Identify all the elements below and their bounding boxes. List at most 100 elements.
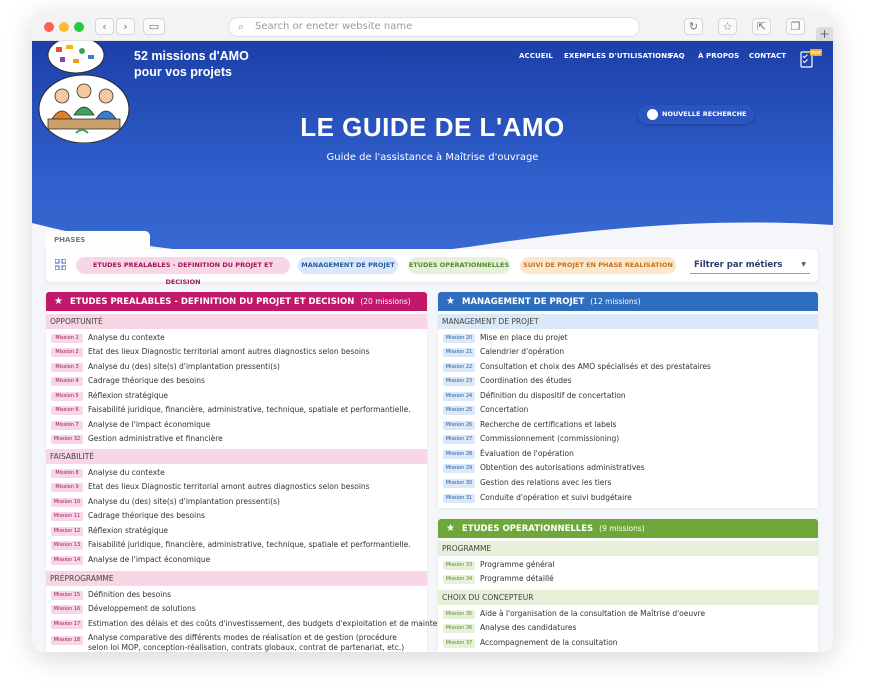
mission-row[interactable]: Mission 7 Analyse de l'impact économique	[46, 418, 427, 432]
mission-title: Cadrage théorique des besoins	[88, 376, 205, 385]
mission-row[interactable]: Mission 12 Réflexion stratégique	[46, 524, 427, 538]
mission-row[interactable]: Mission 10 Analyse du (des) site(s) d'imp…	[46, 495, 427, 509]
panel-header-management[interactable]: ★ MANAGEMENT DE PROJET (12 missions)	[438, 292, 818, 311]
mission-title: Analyse des candidatures	[480, 623, 577, 632]
mission-row[interactable]: Mission 14 Analyse de l'impact économique	[46, 553, 427, 567]
mission-row[interactable]: Mission 2 Etat des lieux Diagnostic terri…	[46, 345, 427, 359]
reload-icon[interactable]: ↻	[684, 18, 703, 35]
mission-count: (12 missions)	[590, 297, 641, 306]
tabs-overview-icon[interactable]: ❐	[786, 18, 805, 35]
filter-pill-management[interactable]: MANAGEMENT DE PROJET	[298, 257, 398, 274]
site-brand[interactable]: 52 missions d'AMO pour vos projets	[134, 49, 249, 80]
mission-row[interactable]: Mission 4 Cadrage théorique des besoins	[46, 374, 427, 388]
mission-title: Aide à l'organisation de la consultation…	[480, 609, 706, 618]
mission-row[interactable]: Mission 9 Etat des lieux Diagnostic terri…	[46, 480, 427, 494]
grid-view-icon[interactable]	[55, 259, 66, 270]
mission-row[interactable]: Mission 21 Calendrier d'opération	[438, 345, 818, 359]
mission-row[interactable]: Mission 11 Cadrage théorique des besoins	[46, 509, 427, 523]
mission-row[interactable]: Mission 27 Commissionnement (commissionin…	[438, 432, 818, 446]
panel-header-etudes-prealables[interactable]: ★ ETUDES PREALABLES - DEFINITION DU PROJ…	[46, 292, 427, 311]
mission-tag: Mission 16	[51, 605, 83, 614]
mission-title: Commissionnement (commissioning)	[480, 434, 620, 443]
mission-row[interactable]: Mission 37 Accompagnement de la consultat…	[438, 636, 818, 650]
share-icon[interactable]: ⇱	[752, 18, 771, 35]
mission-row[interactable]: Mission 1 Analyse du contexte	[46, 331, 427, 345]
mission-tag: Mission 17	[51, 620, 83, 629]
mission-row[interactable]: Mission 28 Évaluation de l'opération	[438, 447, 818, 461]
nav-a-propos[interactable]: À PROPOS	[698, 52, 739, 60]
section-header: MANAGEMENT DE PROJET	[438, 314, 818, 329]
mission-row[interactable]: Mission 3 Analyse du (des) site(s) d'impl…	[46, 360, 427, 374]
mission-title: Définition du dispositif de concertation	[480, 391, 626, 400]
mission-row[interactable]: Mission 6 Faisabilité juridique, financiè…	[46, 403, 427, 417]
mission-tag: Mission 28	[443, 450, 475, 459]
mission-row[interactable]: Mission 26 Recherche de certifications et…	[438, 418, 818, 432]
mission-row[interactable]: Mission 16 Développement de solutions	[46, 602, 427, 616]
mission-row[interactable]: Mission 30 Gestion des relations avec les…	[438, 476, 818, 490]
mission-title: Faisabilité juridique, financière, admin…	[88, 405, 411, 414]
address-bar[interactable]: ⌕ Search or eneter website name	[228, 17, 640, 37]
mission-tag: Mission 35	[443, 610, 475, 619]
mission-row[interactable]: Mission 22 Consultation et choix des AMO …	[438, 360, 818, 374]
mission-row[interactable]: Mission 31 Conduite d'opération et suivi …	[438, 491, 818, 505]
mission-title: Réflexion stratégique	[88, 526, 168, 535]
page-title: LE GUIDE DE L'AMO	[300, 112, 565, 142]
nav-exemples[interactable]: EXEMPLES D'UTILISATIONS	[564, 52, 672, 60]
mission-row[interactable]: Mission 34 Programme détaillé	[438, 572, 818, 586]
mission-tag: Mission 18	[51, 636, 83, 645]
mission-row[interactable]: Mission 24 Définition du dispositif de co…	[438, 389, 818, 403]
pdf-checklist-icon[interactable]: PDF	[800, 49, 822, 69]
tab-phases[interactable]: PHASES	[46, 231, 150, 249]
mission-row[interactable]: Mission 23 Coordination des études	[438, 374, 818, 388]
mission-tag: Mission 4	[51, 377, 83, 386]
mission-row[interactable]: Mission 32 Gestion administrative et fina…	[46, 432, 427, 446]
maximize-window-button[interactable]	[74, 22, 84, 32]
mission-row[interactable]: Mission 35 Aide à l'organisation de la co…	[438, 607, 818, 621]
sidebar-toggle-icon[interactable]: ▭	[143, 18, 165, 35]
forward-arrow-icon[interactable]: ›	[116, 18, 135, 35]
browser-window: ‹ › ▭ ⌕ Search or eneter website name ↻ …	[32, 12, 833, 652]
metier-filter-select[interactable]: Filtrer par métiers ▼	[690, 256, 810, 274]
mission-row[interactable]: Mission 17 Estimation des délais et des c…	[46, 617, 460, 631]
mission-tag: Mission 13	[51, 541, 83, 550]
mission-row[interactable]: Mission 18 Analyse comparative des différ…	[46, 633, 427, 652]
mission-row[interactable]: Mission 33 Programme général	[438, 558, 818, 572]
mission-row[interactable]: Mission 8 Analyse du contexte	[46, 466, 427, 480]
mission-row[interactable]: Mission 13 Faisabilité juridique, financi…	[46, 538, 427, 552]
star-icon: ★	[54, 296, 63, 307]
mission-tag: Mission 6	[51, 406, 83, 415]
filter-pill-etudes-prealables[interactable]: ETUDES PREALABLES - DEFINITION DU PROJET…	[76, 257, 290, 286]
mission-tag: Mission 26	[443, 421, 475, 430]
mission-tag: Mission 7	[51, 421, 83, 430]
mission-tag: Mission 29	[443, 464, 475, 473]
mission-row[interactable]: Mission 20 Mise en place du projet	[438, 331, 818, 345]
mission-row[interactable]: Mission 25 Concertation	[438, 403, 818, 417]
nav-contact[interactable]: CONTACT	[749, 52, 786, 60]
mission-row[interactable]: Mission 36 Analyse des candidatures	[438, 621, 818, 635]
mission-count: (20 missions)	[360, 297, 411, 306]
back-arrow-icon[interactable]: ‹	[95, 18, 114, 35]
nav-accueil[interactable]: ACCUEIL	[519, 52, 553, 60]
mission-row[interactable]: Mission 15 Définition des besoins	[46, 588, 427, 602]
mission-row[interactable]: Mission 5 Réflexion stratégique	[46, 389, 427, 403]
panel-header-operationnelles[interactable]: ★ ETUDES OPERATIONNELLES (9 missions)	[438, 519, 818, 538]
mission-title: Estimation des délais et des coûts d'inv…	[88, 619, 461, 628]
hero-banner: 52 missions d'AMO pour vos projets ACCUE…	[32, 41, 833, 267]
mission-tag: Mission 9	[51, 483, 83, 492]
panel-management: ★ MANAGEMENT DE PROJET (12 missions) MANA…	[438, 292, 818, 508]
close-window-button[interactable]	[44, 22, 54, 32]
mission-row[interactable]: Mission 29 Obtention des autorisations ad…	[438, 461, 818, 475]
mission-title: Etat des lieux Diagnostic territorial am…	[88, 482, 370, 491]
mission-tag: Mission 1	[51, 334, 83, 343]
bookmark-star-icon[interactable]: ☆	[718, 18, 737, 35]
filter-pill-operationnelles[interactable]: ETUDES OPERATIONNELLES	[408, 257, 510, 274]
nav-faq[interactable]: FAQ	[669, 52, 685, 60]
filter-pill-suivi[interactable]: SUIVI DE PROJET EN PHASE REALISATION	[520, 257, 676, 274]
section-header: PROGRAMME	[438, 541, 818, 556]
mission-title: Concertation	[480, 405, 529, 414]
new-tab-button[interactable]: +	[816, 27, 833, 41]
mission-title: Recherche de certifications et labels	[480, 420, 617, 429]
minimize-window-button[interactable]	[59, 22, 69, 32]
browser-toolbar: ‹ › ▭ ⌕ Search or eneter website name ↻ …	[32, 12, 833, 41]
mission-title: Gestion administrative et financière	[88, 434, 223, 443]
